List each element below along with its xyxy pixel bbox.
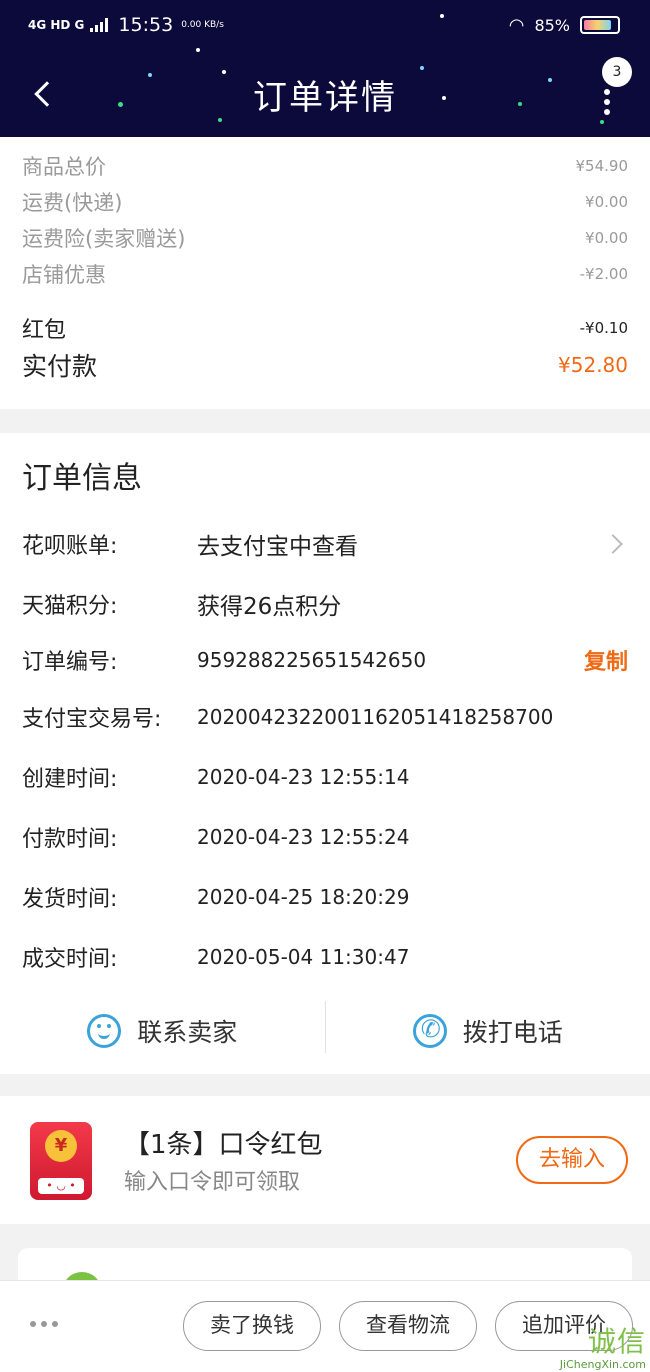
created-time-row: 创建时间: 2020-04-23 12:55:14 xyxy=(22,761,628,793)
price-row-label: 店铺优惠 xyxy=(22,263,106,287)
price-row-label: 运费(快递) xyxy=(22,191,123,215)
price-row-value: ¥0.00 xyxy=(585,193,628,211)
red-packet-icon: ¥ • ◡ • xyxy=(30,1122,92,1200)
info-value: 去支付宝中查看 xyxy=(197,534,358,560)
password-packet-card: ¥ • ◡ • 【1条】口令红包 输入口令即可领取 去输入 xyxy=(0,1096,650,1224)
price-row: 运费(快递) ¥0.00 xyxy=(22,187,628,217)
info-label: 发货时间: xyxy=(22,887,118,912)
info-value: 获得26点积分 xyxy=(197,594,342,620)
signal-icon xyxy=(90,18,109,32)
contact-bar: 联系卖家 拨打电话 xyxy=(0,1001,650,1057)
price-row-value: ¥0.00 xyxy=(585,229,628,247)
message-badge[interactable]: 3 xyxy=(602,57,632,87)
alipay-trade-row: 支付宝交易号: 2020042322001162051418258700 xyxy=(22,701,628,733)
price-row-value: -¥2.00 xyxy=(579,265,628,283)
more-dots-icon[interactable] xyxy=(30,1321,58,1327)
packet-subtitle: 输入口令即可领取 xyxy=(124,1170,301,1195)
enter-code-button[interactable]: 去输入 xyxy=(516,1136,628,1184)
completed-time-row: 成交时间: 2020-05-04 11:30:47 xyxy=(22,941,628,973)
huabei-row[interactable]: 花呗账单: 去支付宝中查看 xyxy=(22,527,628,561)
watermark-logo: 诚信 JiChengXin.com xyxy=(526,1320,646,1371)
status-bar: 4G HD G 15:53 0.00 KB/s ◠ 85% xyxy=(28,12,620,38)
info-value: 2020-04-23 12:55:14 xyxy=(197,765,410,789)
price-row: 运费险(卖家赠送) ¥0.00 xyxy=(22,223,628,253)
sell-button[interactable]: 卖了换钱 xyxy=(183,1301,321,1351)
battery-icon xyxy=(580,16,620,34)
info-label: 创建时间: xyxy=(22,767,118,792)
copy-button[interactable]: 复制 xyxy=(584,644,628,676)
call-phone-label: 拨打电话 xyxy=(462,1018,563,1047)
view-logistics-button[interactable]: 查看物流 xyxy=(339,1301,477,1351)
price-row-value: ¥54.90 xyxy=(575,157,629,175)
price-row: 店铺优惠 -¥2.00 xyxy=(22,259,628,289)
order-info-title: 订单信息 xyxy=(22,461,142,496)
price-row: 商品总价 ¥54.90 xyxy=(22,151,628,181)
price-row-label: 运费险(卖家赠送) xyxy=(22,227,186,251)
info-label: 天猫积分: xyxy=(22,594,118,619)
contact-seller-label: 联系卖家 xyxy=(137,1018,238,1047)
points-row: 天猫积分: 获得26点积分 xyxy=(22,587,628,621)
phone-icon xyxy=(412,1014,447,1048)
wifi-icon: ◠ xyxy=(508,14,525,36)
red-packet-value: -¥0.10 xyxy=(579,319,628,337)
info-value: 2020-04-23 12:55:24 xyxy=(197,825,410,849)
info-label: 订单编号: xyxy=(22,650,118,675)
header: 4G HD G 15:53 0.00 KB/s ◠ 85% 订单详情 3 xyxy=(0,0,650,137)
info-value: 2020042322001162051418258700 xyxy=(197,705,554,729)
order-info-card: 订单信息 花呗账单: 去支付宝中查看 天猫积分: 获得26点积分 订单编号: 9… xyxy=(0,433,650,1074)
status-time: 15:53 xyxy=(118,14,174,36)
total-paid-label: 实付款 xyxy=(22,352,98,381)
total-paid-row: 实付款 ¥52.80 xyxy=(22,347,628,383)
shipped-time-row: 发货时间: 2020-04-25 18:20:29 xyxy=(22,881,628,913)
battery-percent: 85% xyxy=(534,15,570,35)
more-menu-button[interactable] xyxy=(604,89,612,115)
price-row-label: 商品总价 xyxy=(22,155,106,179)
order-number-row: 订单编号: 959288225651542650 复制 xyxy=(22,644,628,676)
info-label: 支付宝交易号: xyxy=(22,707,162,732)
info-label: 花呗账单: xyxy=(22,534,118,559)
red-packet-row: 红包 -¥0.10 xyxy=(22,312,628,344)
order-number-value: 959288225651542650 xyxy=(197,648,427,672)
page-title: 订单详情 xyxy=(253,78,397,118)
paid-time-row: 付款时间: 2020-04-23 12:55:24 xyxy=(22,821,628,853)
chevron-right-icon xyxy=(603,534,623,554)
info-label: 成交时间: xyxy=(22,947,118,972)
watermark-url: JiChengXin.com xyxy=(559,1358,646,1371)
total-paid-value: ¥52.80 xyxy=(558,353,628,377)
packet-title: 【1条】口令红包 xyxy=(124,1130,323,1160)
contact-seller-button[interactable]: 联系卖家 xyxy=(0,1005,325,1057)
network-indicator: 4G HD G xyxy=(28,18,85,32)
coin-icon: ¥ xyxy=(45,1130,77,1162)
info-label: 付款时间: xyxy=(22,827,118,852)
call-phone-button[interactable]: 拨打电话 xyxy=(326,1005,650,1057)
red-packet-label: 红包 xyxy=(22,318,67,343)
price-summary-card: 商品总价 ¥54.90 运费(快递) ¥0.00 运费险(卖家赠送) ¥0.00… xyxy=(0,137,650,409)
tmall-cat-icon: • ◡ • xyxy=(38,1178,84,1194)
chat-smile-icon xyxy=(87,1014,122,1048)
info-value: 2020-05-04 11:30:47 xyxy=(197,945,410,969)
watermark-text: 诚信 xyxy=(587,1325,646,1358)
info-value: 2020-04-25 18:20:29 xyxy=(197,885,410,909)
network-speed: 0.00 KB/s xyxy=(181,19,224,30)
